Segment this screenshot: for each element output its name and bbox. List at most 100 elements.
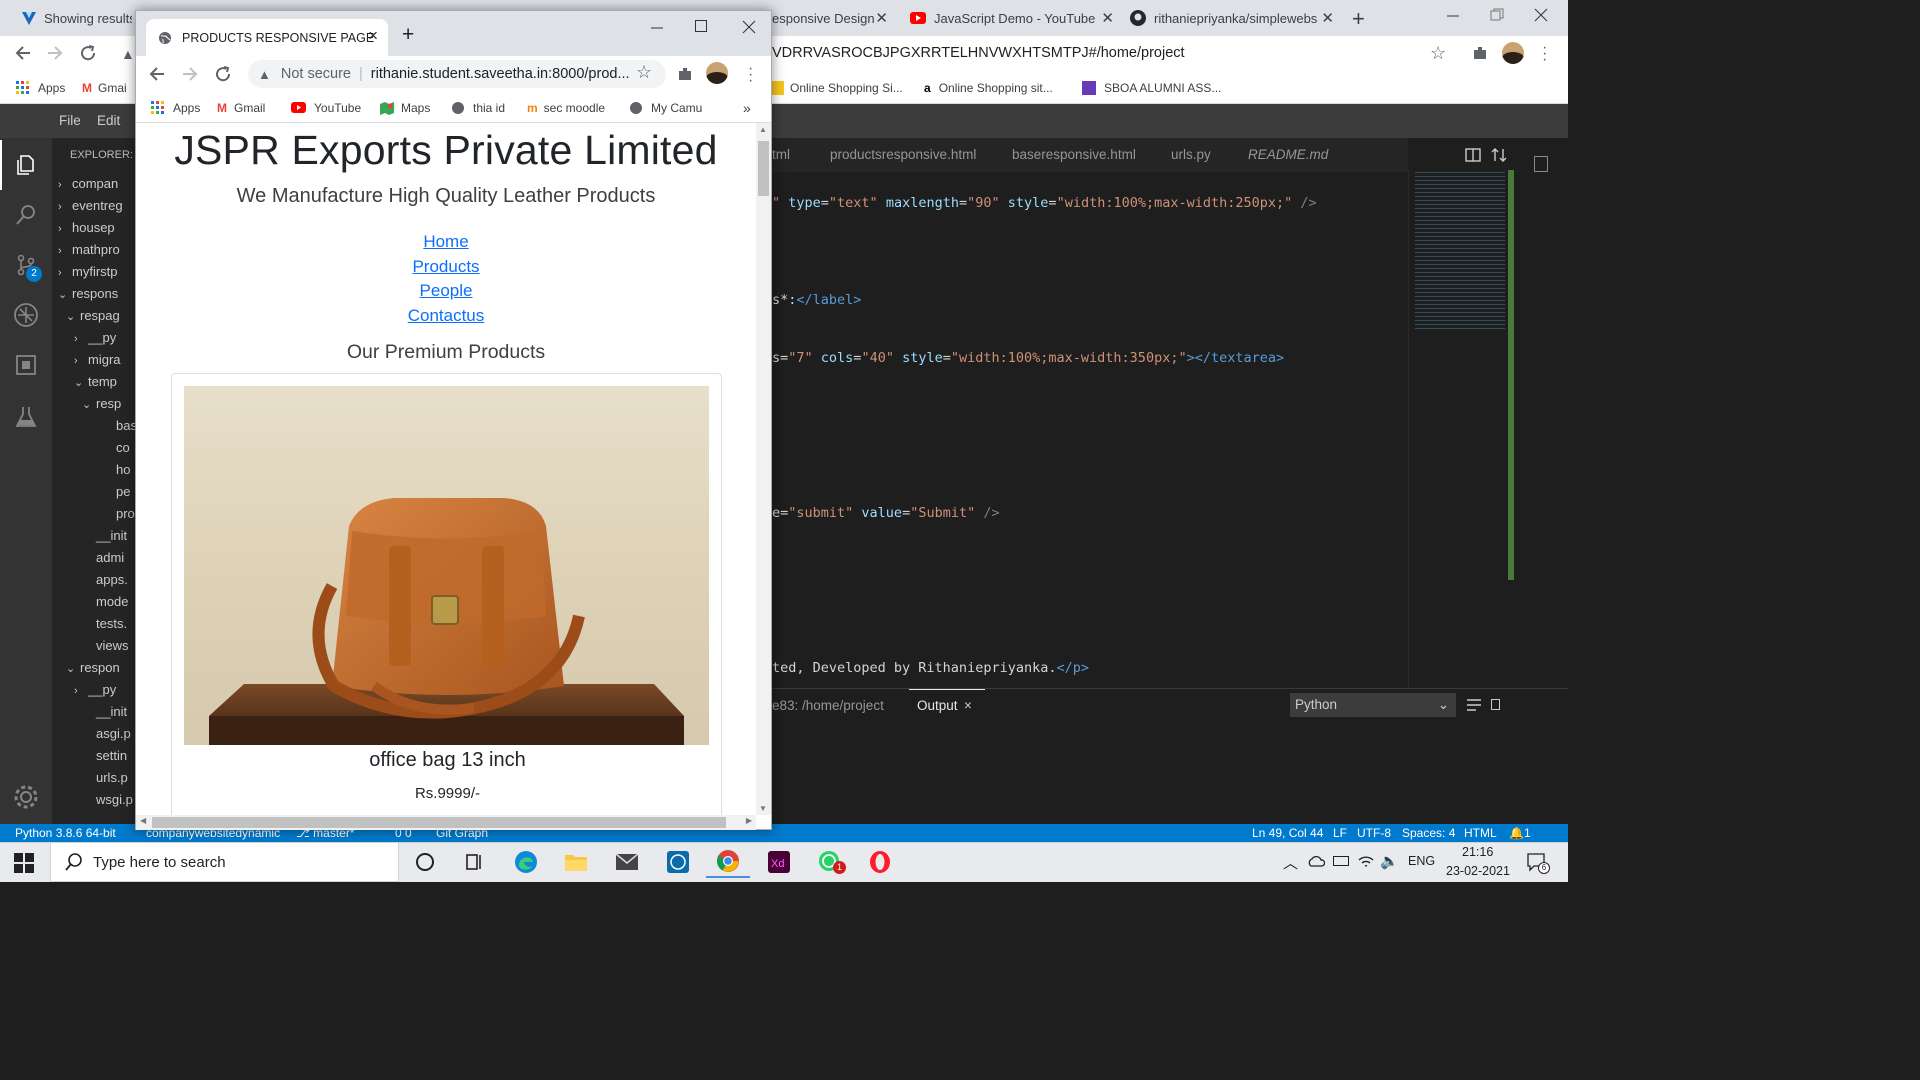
menu-icon[interactable]: · · ·: [1542, 40, 1547, 68]
panel-toggle-icon[interactable]: [1534, 156, 1548, 172]
bg-tab-responsive-design[interactable]: esponsive Design ✕: [772, 0, 896, 36]
wifi-icon[interactable]: [1357, 853, 1375, 869]
scroll-up-arrow-icon[interactable]: ▲: [759, 125, 767, 134]
tree-item[interactable]: › migra: [52, 349, 142, 371]
scroll-right-arrow-icon[interactable]: ▶: [746, 816, 752, 825]
code-line[interactable]: " type="text" maxlength="90" style="widt…: [772, 195, 1317, 211]
address-bar[interactable]: ▲ Not secure | rithanie.student.saveetha…: [248, 60, 666, 88]
nav-products-link[interactable]: Products: [136, 255, 756, 280]
split-editor-icon[interactable]: [1465, 147, 1481, 163]
tree-item[interactable]: › housep: [52, 217, 142, 239]
bookmark-sboa[interactable]: SBOA ALUMNI ASS...: [1082, 72, 1221, 104]
scrollbar-thumb[interactable]: [758, 141, 769, 196]
battery-icon[interactable]: [1333, 856, 1349, 866]
restore-icon[interactable]: [1490, 8, 1504, 22]
search-icon[interactable]: [0, 190, 52, 240]
tree-item[interactable]: pe: [52, 481, 142, 503]
minimize-icon[interactable]: [650, 21, 664, 35]
close-icon[interactable]: ✕: [1321, 9, 1334, 27]
tree-item[interactable]: › __py: [52, 327, 142, 349]
clock-time[interactable]: 21:16: [1462, 845, 1493, 859]
explorer-icon[interactable]: [0, 140, 52, 190]
file-explorer-icon[interactable]: [554, 846, 598, 878]
code-line[interactable]: ted, Developed by Rithaniepriyanka.</p>: [772, 660, 1089, 676]
bookmark-thia-id[interactable]: thia id: [451, 92, 505, 123]
terminal-tab[interactable]: e83: /home/project: [772, 698, 884, 718]
reload-icon[interactable]: [79, 44, 97, 62]
bookmark-gmail[interactable]: M Gmail: [217, 92, 265, 123]
product-card[interactable]: office bag 13 inch Rs.9999/-: [171, 373, 722, 815]
show-hidden-icons[interactable]: ︿: [1283, 852, 1298, 873]
scrollbar-thumb[interactable]: [152, 817, 726, 828]
opera-icon[interactable]: [858, 846, 902, 878]
editor-tab[interactable]: baseresponsive.html: [1012, 138, 1136, 172]
settings-gear-icon[interactable]: [0, 772, 52, 822]
tree-item[interactable]: ⌄ respon: [52, 657, 142, 679]
output-channel-select[interactable]: Python ⌄: [1290, 693, 1456, 717]
tree-item[interactable]: tests.: [52, 613, 142, 635]
bookmark-my-camu[interactable]: My Camu: [629, 92, 702, 123]
nav-home-link[interactable]: Home: [136, 230, 756, 255]
bookmark-star-icon[interactable]: ☆: [636, 62, 652, 83]
close-window-icon[interactable]: [1534, 8, 1548, 22]
encoding[interactable]: UTF-8: [1357, 824, 1391, 842]
input-language[interactable]: ENG: [1408, 854, 1435, 868]
tree-item[interactable]: ⌄ resp: [52, 393, 142, 415]
menu-file[interactable]: File: [59, 104, 81, 138]
tree-item[interactable]: ho: [52, 459, 142, 481]
editor-tab[interactable]: urls.py: [1171, 138, 1211, 172]
forward-icon[interactable]: [181, 65, 199, 83]
tree-item[interactable]: co: [52, 437, 142, 459]
close-window-icon[interactable]: [742, 20, 756, 34]
back-icon[interactable]: [148, 65, 166, 83]
tree-item[interactable]: bas: [52, 415, 142, 437]
code-line[interactable]: s="7" cols="40" style="width:100%;max-wi…: [772, 350, 1284, 366]
extensions-icon[interactable]: [1472, 45, 1488, 61]
tree-item[interactable]: mode: [52, 591, 142, 613]
output-tab[interactable]: Output: [917, 698, 958, 718]
minimap[interactable]: [1408, 170, 1510, 688]
onedrive-icon[interactable]: [1307, 855, 1325, 867]
profile-avatar[interactable]: [1502, 42, 1524, 64]
language-mode[interactable]: HTML: [1464, 824, 1497, 842]
tree-item[interactable]: ⌄ temp: [52, 371, 142, 393]
bookmark-sec-moodle[interactable]: m sec moodle: [527, 92, 605, 123]
minimize-icon[interactable]: [1446, 8, 1460, 22]
nav-people-link[interactable]: People: [136, 279, 756, 304]
adobe-xd-icon[interactable]: Xd: [757, 846, 801, 878]
scroll-left-arrow-icon[interactable]: ◀: [140, 816, 146, 825]
source-control-icon[interactable]: 2: [0, 240, 52, 290]
reload-icon[interactable]: [214, 65, 232, 83]
close-icon[interactable]: ×: [964, 698, 972, 718]
tree-item[interactable]: views: [52, 635, 142, 657]
task-view-icon[interactable]: [452, 846, 496, 878]
tree-item[interactable]: › compan: [52, 173, 142, 195]
menu-icon[interactable]: · · ·: [748, 61, 753, 89]
mail-icon[interactable]: [605, 846, 649, 878]
back-icon[interactable]: [14, 44, 32, 62]
bookmark-youtube[interactable]: YouTube: [291, 92, 361, 123]
code-line[interactable]: e="submit" value="Submit" />: [772, 505, 1000, 521]
clear-output-icon[interactable]: [1466, 697, 1482, 713]
edge-icon[interactable]: [504, 846, 548, 878]
profile-avatar[interactable]: [706, 62, 728, 84]
tree-item[interactable]: settin: [52, 745, 142, 767]
page-vertical-scrollbar[interactable]: ▲ ▼: [756, 123, 771, 815]
lock-scroll-icon[interactable]: [1491, 699, 1500, 710]
whatsapp-icon[interactable]: 1: [808, 846, 852, 878]
action-center-icon[interactable]: 6: [1526, 852, 1550, 874]
cortana-icon[interactable]: [403, 846, 447, 878]
bookmark-online-shopping-2[interactable]: a Online Shopping sit...: [924, 72, 1053, 104]
code-line[interactable]: s*:</label>: [772, 292, 861, 308]
notifications[interactable]: 🔔1: [1509, 824, 1531, 842]
close-icon[interactable]: ✕: [875, 9, 888, 27]
scroll-down-arrow-icon[interactable]: ▼: [759, 804, 767, 813]
tree-item[interactable]: __init: [52, 701, 142, 723]
tree-item[interactable]: pro: [52, 503, 142, 525]
bookmark-maps[interactable]: Maps: [380, 92, 430, 123]
tree-item[interactable]: › myfirstp: [52, 261, 142, 283]
tree-item[interactable]: ⌄ respag: [52, 305, 142, 327]
product-image[interactable]: [184, 386, 709, 745]
tree-item[interactable]: __init: [52, 525, 142, 547]
tree-item[interactable]: wsgi.p: [52, 789, 142, 811]
